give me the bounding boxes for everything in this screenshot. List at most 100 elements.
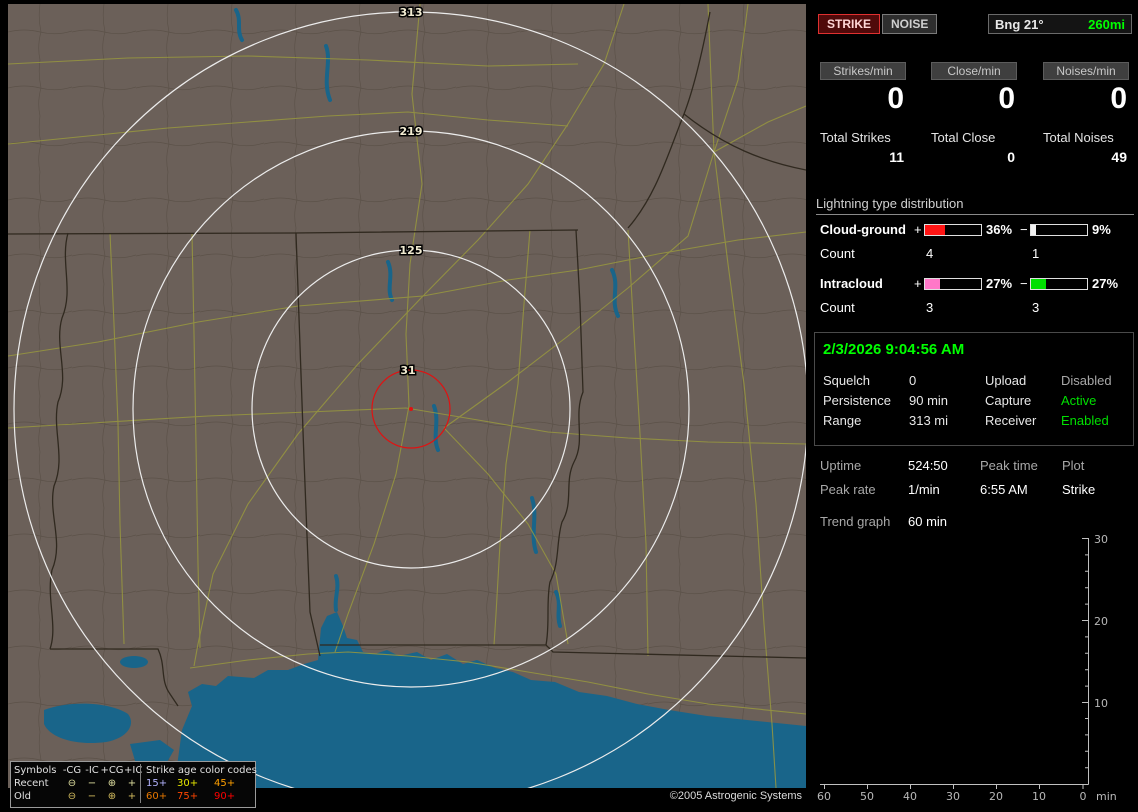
x-tick-0: 0 xyxy=(1080,790,1087,803)
age-60: 60+ xyxy=(140,790,177,803)
map-view[interactable]: 313 219 125 31 xyxy=(8,4,806,788)
capture-label: Capture xyxy=(985,393,1032,408)
ic-negative-pct: 27% xyxy=(1092,276,1119,291)
age-30: 30+ xyxy=(177,778,199,789)
x-tick-20: 20 xyxy=(989,790,1003,803)
rate-counters: Strikes/min 0 Close/min 0 Noises/min 0 xyxy=(812,62,1138,126)
total-counters: Total Strikes 11 Total Close 0 Total Noi… xyxy=(812,130,1138,172)
legend-recent-row: Recent ⊖ − ⊕ + 15+ 30+ 45+ xyxy=(14,777,252,790)
uptime-value: 524:50 xyxy=(908,458,948,473)
legend-col-pcg: +CG xyxy=(100,765,124,776)
ic-positive-bar xyxy=(924,278,982,290)
ic-positive-count: 3 xyxy=(926,300,934,315)
plus-sign: + xyxy=(914,222,922,237)
noises-per-min-value: 0 xyxy=(1110,82,1127,115)
legend-old-row: Old ⊖ − ⊕ + 60+ 75+ 90+ xyxy=(14,790,252,803)
legend-recent-label: Recent xyxy=(14,778,49,789)
y-tick-10: 10 xyxy=(1094,697,1108,710)
intracloud-count-row: Count 3 3 xyxy=(812,300,1138,316)
count-label: Count xyxy=(820,246,855,261)
plot-label: Plot xyxy=(1062,458,1085,473)
squelch-value: 0 xyxy=(909,373,917,388)
cloud-ground-label: Cloud-ground xyxy=(820,222,906,237)
upload-status: Disabled xyxy=(1061,373,1112,388)
cg-plus-icon: ⊕ xyxy=(107,778,117,789)
legend-col-ncg: -CG xyxy=(62,765,82,776)
intracloud-label: Intracloud xyxy=(820,276,883,291)
x-tick-60: 60 xyxy=(817,790,831,803)
ic-positive-pct: 27% xyxy=(986,276,1013,291)
cg-positive-count: 4 xyxy=(926,246,934,261)
session-stats: Uptime 524:50 Peak time Plot Peak rate 1… xyxy=(812,458,1138,534)
minus-sign: − xyxy=(1020,222,1028,237)
close-per-min-chip[interactable]: Close/min xyxy=(931,62,1017,80)
ic-minus-icon: − xyxy=(87,791,97,802)
total-close-label: Total Close xyxy=(931,130,996,145)
cloud-ground-row: Cloud-ground + 36% − 9% xyxy=(812,222,1138,238)
ic-plus-icon: + xyxy=(127,778,137,789)
y-tick-30: 30 xyxy=(1094,534,1108,546)
intracloud-row: Intracloud + 27% − 27% xyxy=(812,276,1138,292)
strike-indicator[interactable]: STRIKE xyxy=(818,14,881,34)
legend-col-nic: -IC xyxy=(85,765,99,776)
squelch-label: Squelch xyxy=(823,373,870,388)
distribution-title: Lightning type distribution xyxy=(816,196,1134,215)
bearing-range: 260mi xyxy=(1088,16,1125,32)
range-value: 313 mi xyxy=(909,413,949,428)
cg-positive-bar xyxy=(924,224,982,236)
total-noises-value: 49 xyxy=(1111,149,1127,165)
ring-label-inner: 31 xyxy=(400,364,415,377)
legend-age-title: Strike age color codes xyxy=(140,764,257,777)
trend-graph-value: 60 min xyxy=(908,514,948,529)
minus-sign: − xyxy=(1020,276,1028,291)
status-row: Persistence 90 min Capture Active xyxy=(815,393,1133,411)
age-45: 45+ xyxy=(214,778,236,789)
x-tick-50: 50 xyxy=(860,790,874,803)
indicator-bar: STRIKE NOISE Bng 21° 260mi xyxy=(812,14,1138,36)
age-15: 15+ xyxy=(140,777,177,790)
cg-minus-icon: ⊖ xyxy=(67,778,77,789)
receiver-marker xyxy=(409,407,413,411)
noises-per-min-chip[interactable]: Noises/min xyxy=(1043,62,1129,80)
uptime-label: Uptime xyxy=(820,458,862,473)
legend-box: Symbols -CG -IC +CG +IC Strike age color… xyxy=(10,761,257,808)
status-row: Range 313 mi Receiver Enabled xyxy=(815,413,1133,431)
capture-status: Active xyxy=(1061,393,1097,408)
peak-rate-value: 1/min xyxy=(908,482,940,497)
cg-negative-bar xyxy=(1030,224,1088,236)
plus-sign: + xyxy=(914,276,922,291)
cg-negative-pct: 9% xyxy=(1092,222,1111,237)
x-tick-40: 40 xyxy=(903,790,917,803)
persistence-label: Persistence xyxy=(823,393,891,408)
cg-minus-icon: ⊖ xyxy=(67,791,77,802)
total-strikes-label: Total Strikes xyxy=(820,130,891,145)
ic-negative-count: 3 xyxy=(1032,300,1040,315)
cg-positive-pct: 36% xyxy=(986,222,1013,237)
ic-plus-icon: + xyxy=(127,791,137,802)
plot-value: Strike xyxy=(1062,482,1096,497)
receiver-status-box: 2/3/2026 9:04:56 AM Squelch 0 Upload Dis… xyxy=(814,332,1134,446)
bearing-box: Bng 21° 260mi xyxy=(988,14,1132,34)
ring-label-125: 125 xyxy=(400,244,423,257)
bearing-value: Bng 21° xyxy=(995,16,1044,32)
legend-header-row: Symbols -CG -IC +CG +IC Strike age color… xyxy=(14,764,257,777)
cg-plus-icon: ⊕ xyxy=(107,791,117,802)
ic-minus-icon: − xyxy=(87,778,97,789)
peak-rate-label: Peak rate xyxy=(820,482,876,497)
legend-old-label: Old xyxy=(14,791,31,802)
upload-label: Upload xyxy=(985,373,1027,388)
strikes-per-min-value: 0 xyxy=(887,82,904,115)
total-close-value: 0 xyxy=(1007,149,1015,165)
legend-col-pic: +IC xyxy=(124,765,143,776)
ring-label-outer: 313 xyxy=(400,6,423,19)
legend-symbols-title: Symbols xyxy=(14,765,57,776)
noise-indicator[interactable]: NOISE xyxy=(882,14,938,34)
ic-negative-bar xyxy=(1030,278,1088,290)
trend-graph: 30 20 10 60 50 40 30 20 10 0 min xyxy=(817,534,1117,803)
peak-time-value: 6:55 AM xyxy=(980,482,1028,497)
persistence-value: 90 min xyxy=(909,393,949,408)
lightning-map[interactable]: 313 219 125 31 xyxy=(8,4,806,788)
receiver-label: Receiver xyxy=(985,413,1037,428)
datetime: 2/3/2026 9:04:56 AM xyxy=(823,341,965,358)
strikes-per-min-chip[interactable]: Strikes/min xyxy=(820,62,906,80)
